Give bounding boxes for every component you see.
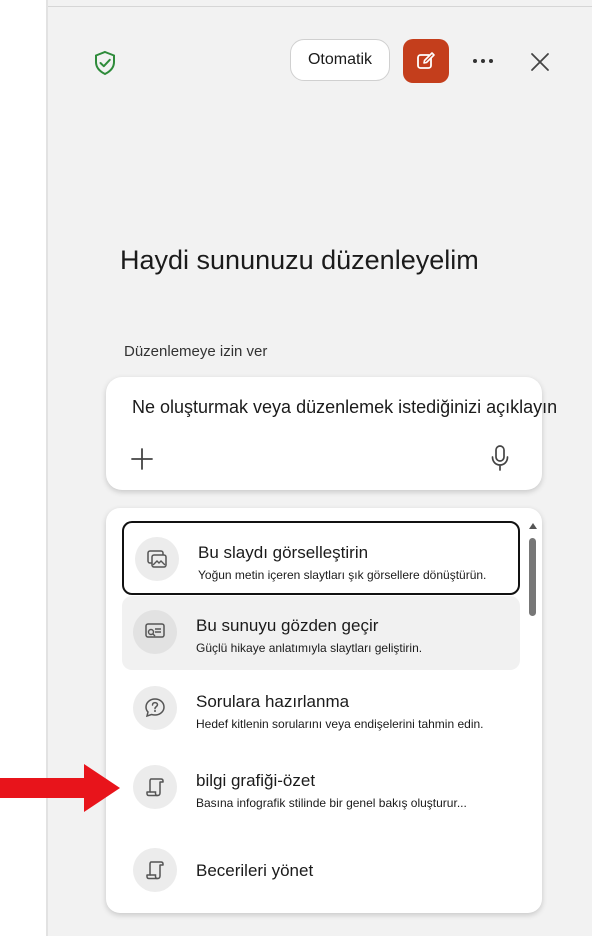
menu-item-desc: Basına infografik stilinde bir genel bak… (196, 796, 467, 810)
menu-item-desc: Yoğun metin içeren slaytları şık görsell… (198, 568, 487, 582)
skills-menu: Bu slaydı görselleştirin Yoğun metin içe… (106, 508, 542, 913)
menu-item-title: Becerileri yönet (196, 861, 314, 880)
menu-item-desc: Güçlü hikaye anlatımıyla slaytları geliş… (196, 641, 423, 655)
question-chat-icon (133, 686, 177, 730)
close-icon (531, 53, 549, 71)
prompt-input[interactable]: Ne oluşturmak veya düzenlemek istediğini… (106, 377, 557, 490)
scroll-icon (133, 848, 177, 892)
add-attachment-button[interactable] (128, 445, 156, 473)
menu-item-title: Sorulara hazırlanma (196, 692, 350, 711)
prompt-placeholder: Ne oluşturmak veya düzenlemek istediğini… (132, 397, 558, 417)
copilot-panel: Otomatik Haydi sununuzu düzenleyelim Düz… (46, 0, 592, 936)
menu-item-desc: Hedef kitlenin sorularını veya endişeler… (196, 717, 484, 731)
menu-item-visualize-slide[interactable]: Bu slaydı görselleştirin Yoğun metin içe… (122, 521, 520, 595)
microphone-icon (491, 445, 509, 471)
edit-icon (417, 52, 435, 69)
microphone-button[interactable] (488, 443, 512, 473)
menu-item-prepare-questions[interactable]: Sorulara hazırlanma Hedef kitlenin sorul… (122, 672, 520, 746)
plus-icon (131, 448, 153, 470)
top-divider (48, 0, 592, 7)
menu-item-title: Bu sunuyu gözden geçir (196, 616, 379, 635)
scroll-icon (133, 765, 177, 809)
annotation-arrow (0, 764, 120, 812)
menu-item-review-presentation[interactable]: Bu sunuyu gözden geçir Güçlü hikaye anla… (122, 596, 520, 670)
menu-item-manage-skills[interactable]: Becerileri yönet (122, 834, 520, 908)
auto-mode-button[interactable]: Otomatik (290, 39, 390, 81)
review-slide-icon (133, 610, 177, 654)
edit-mode-button[interactable] (403, 39, 449, 83)
menu-item-title: bilgi grafiği-özet (196, 771, 316, 790)
scrollbar-thumb[interactable] (529, 538, 536, 616)
ellipsis-icon (473, 59, 493, 63)
menu-item-title: Bu slaydı görselleştirin (198, 543, 369, 562)
more-options-button[interactable] (466, 48, 500, 74)
menu-item-infographic-summary[interactable]: bilgi grafiği-özet Basına infografik sti… (122, 751, 520, 825)
permission-label[interactable]: Düzenlemeye izin ver (124, 343, 267, 360)
page-heading: Haydi sununuzu düzenleyelim (120, 245, 479, 275)
close-button[interactable] (526, 48, 554, 76)
shield-check-icon (92, 50, 118, 76)
image-slide-icon (135, 537, 179, 581)
scroll-up-arrow[interactable] (529, 523, 537, 529)
